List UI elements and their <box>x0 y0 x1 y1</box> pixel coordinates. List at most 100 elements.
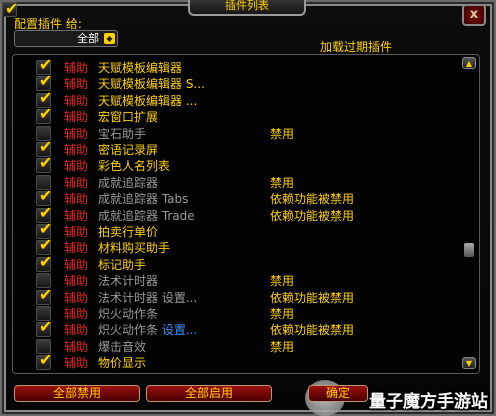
addon-status: 禁用 <box>270 126 295 141</box>
addon-name: 炽火动作条 设置... <box>98 322 197 338</box>
addon-name: 拍卖行单价 <box>98 224 158 240</box>
addon-enable-checkbox[interactable]: ✔ <box>36 104 53 125</box>
addon-name-text: 彩色人名列表 <box>98 159 171 174</box>
addon-row[interactable]: ✔ 辅助 标记助手 <box>36 251 456 273</box>
addon-status: 禁用 <box>270 307 295 321</box>
scroll-thumb[interactable] <box>464 243 474 257</box>
addon-name-text: 炽火动作条 <box>98 323 162 338</box>
addon-enable-checkbox[interactable]: ✔ <box>36 286 52 305</box>
disable-all-button[interactable]: 全部禁用 <box>14 385 140 402</box>
load-outdated-label: 加载过期插件 <box>320 40 393 54</box>
addon-name-text: 成就追踪器 Trade <box>98 208 195 223</box>
check-icon: ✔ <box>39 251 53 271</box>
addon-row[interactable]: 辅助 爆击音效 禁用 <box>36 338 456 355</box>
load-outdated-checkbox[interactable]: ✔ <box>2 0 18 18</box>
addon-status: 禁用 <box>270 175 295 190</box>
addon-category: 辅助 <box>64 225 89 239</box>
addon-row[interactable]: 辅助 成就追踪器 禁用 <box>36 174 456 191</box>
addon-name-text: 拍卖行单价 <box>98 225 159 239</box>
addon-name-text: 宏窗口扩展 <box>98 110 159 125</box>
check-icon: ✔ <box>39 317 53 337</box>
addon-category: 辅助 <box>64 339 89 354</box>
addon-category: 辅助 <box>64 192 89 207</box>
addon-name: 天赋模板编辑器 <box>98 60 182 76</box>
addon-category: 辅助 <box>64 356 89 371</box>
addon-status: 依赖功能被禁用 <box>270 323 355 338</box>
addon-status: 禁用 <box>270 339 295 354</box>
addon-name: 成就追踪器 Tabs <box>98 191 188 207</box>
addon-category: 辅助 <box>64 77 89 92</box>
addon-name-text: 天赋模板编辑器 <box>98 61 183 75</box>
addon-row[interactable]: ✔ 辅助 物价显示 <box>36 350 456 371</box>
addon-name-text: 天赋模板编辑器 ... <box>98 93 198 108</box>
addon-name: 法术计时器 <box>98 273 158 289</box>
addon-row[interactable]: ✔ 辅助 宏窗口扩展 <box>36 104 456 125</box>
addon-row[interactable]: ✔ 辅助 拍卖行单价 <box>36 221 456 240</box>
addon-row[interactable]: ✔ 辅助 炽火动作条 设置... 依赖功能被禁用 <box>36 317 456 338</box>
addon-category: 辅助 <box>64 110 89 125</box>
addon-name: 物价显示 <box>98 355 146 371</box>
addon-enable-checkbox[interactable]: ✔ <box>36 153 53 174</box>
addon-category: 辅助 <box>64 93 89 108</box>
addon-category: 辅助 <box>64 159 89 174</box>
addon-name: 宝石助手 <box>98 126 146 142</box>
addon-row[interactable]: ✔ 辅助 成就追踪器 Tabs 依赖功能被禁用 <box>36 188 456 207</box>
enable-all-button[interactable]: 全部启用 <box>146 385 272 402</box>
addon-row[interactable]: ✔ 辅助 法术计时器 设置... 依赖功能被禁用 <box>36 286 456 306</box>
addon-category: 辅助 <box>64 274 89 289</box>
addon-name-text: 爆击音效 <box>98 339 147 354</box>
addon-row[interactable]: ✔ 辅助 天赋模板编辑器 <box>36 57 456 76</box>
addon-enable-checkbox[interactable]: ✔ <box>36 251 53 272</box>
check-icon: ✔ <box>39 153 53 173</box>
addon-category: 辅助 <box>64 126 89 141</box>
character-dropdown[interactable]: 全部 ◆ <box>14 30 118 47</box>
addon-name: 彩色人名列表 <box>98 158 170 174</box>
addon-settings-link[interactable]: 设置... <box>162 323 197 337</box>
addon-name: 爆击音效 <box>98 339 146 355</box>
addon-name: 法术计时器 设置... <box>98 290 197 306</box>
addon-name-text: 炽火动作条 <box>98 307 159 321</box>
addon-name-text: 法术计时器 设置... <box>98 290 198 305</box>
addon-name-text: 材料购买助手 <box>98 241 171 256</box>
addon-category: 辅助 <box>64 323 89 338</box>
addon-status: 依赖功能被禁用 <box>270 208 355 223</box>
close-button[interactable]: x <box>462 4 486 26</box>
addon-name: 材料购买助手 <box>98 240 170 256</box>
addon-category: 辅助 <box>64 290 89 305</box>
scrollbar[interactable]: ▲ ▼ <box>462 57 476 369</box>
scroll-down-icon[interactable]: ▼ <box>462 357 476 369</box>
addon-row[interactable]: ✔ 辅助 天赋模板编辑器 S... <box>36 71 456 92</box>
addon-name: 成就追踪器 <box>98 175 158 191</box>
addon-enable-checkbox[interactable]: ✔ <box>36 350 53 371</box>
addon-enable-checkbox[interactable]: ✔ <box>36 317 53 338</box>
addon-name-text: 密语记录屏 <box>98 143 159 157</box>
addon-name: 天赋模板编辑器 S... <box>98 76 205 92</box>
addon-name-text: 法术计时器 <box>98 274 159 289</box>
addon-category: 辅助 <box>64 241 89 256</box>
ok-button[interactable]: 确定 <box>308 385 368 402</box>
addon-status: 依赖功能被禁用 <box>270 290 355 305</box>
addon-status: 依赖功能被禁用 <box>270 192 355 207</box>
check-icon: ✔ <box>39 350 53 370</box>
addon-status: 禁用 <box>270 274 295 289</box>
addon-category: 辅助 <box>64 208 89 223</box>
watermark-text: 量子魔方手游站 <box>369 392 488 412</box>
check-icon: ✔ <box>39 104 53 124</box>
addon-category: 辅助 <box>64 61 89 75</box>
addon-row[interactable]: ✔ 辅助 材料购买助手 <box>36 237 456 256</box>
addon-row[interactable]: ✔ 辅助 成就追踪器 Trade 依赖功能被禁用 <box>36 204 456 224</box>
addon-row[interactable]: ✔ 辅助 密语记录屏 <box>36 139 456 158</box>
dropdown-arrow-icon[interactable]: ◆ <box>104 33 115 44</box>
addon-row[interactable]: ✔ 辅助 彩色人名列表 <box>36 153 456 174</box>
addon-name: 宏窗口扩展 <box>98 109 158 125</box>
addon-row[interactable]: 辅助 炽火动作条 禁用 <box>36 306 456 322</box>
addon-row[interactable]: ✔ 辅助 天赋模板编辑器 ... <box>36 89 456 109</box>
addon-row[interactable]: 辅助 宝石助手 禁用 <box>36 125 456 142</box>
addon-name: 天赋模板编辑器 ... <box>98 93 197 109</box>
addon-name: 标记助手 <box>98 257 146 273</box>
check-icon: ✔ <box>39 71 53 91</box>
dropdown-value: 全部 <box>77 32 99 45</box>
addon-row[interactable]: 辅助 法术计时器 禁用 <box>36 273 456 289</box>
addon-list-window: 插件列表 x 配置插件 给: 全部 ◆ ✔ 加载过期插件 ✔ 辅助 天赋模板编辑器 ✔… <box>0 0 496 416</box>
scroll-up-icon[interactable]: ▲ <box>462 57 476 69</box>
